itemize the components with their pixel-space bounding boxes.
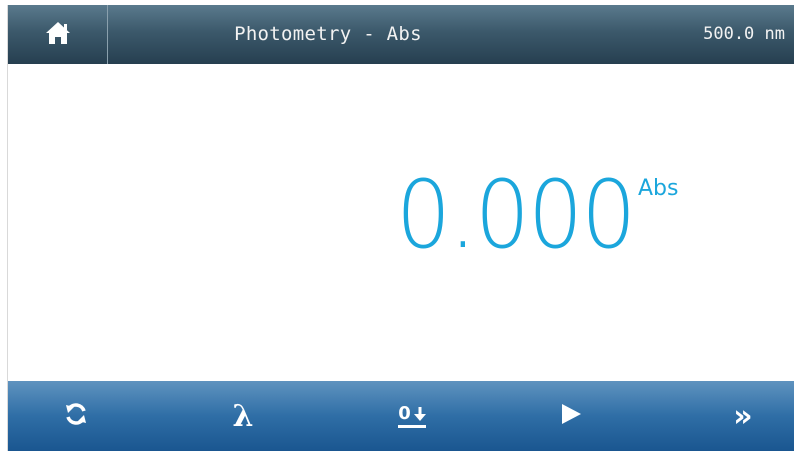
lambda-icon: λ [232, 398, 254, 434]
zero-icon: 0 [398, 402, 426, 428]
title-bar: Photometry - Abs 500.0 nm [8, 5, 794, 64]
double-chevron-right-icon: » [733, 398, 752, 434]
wavelength-button[interactable]: λ [208, 381, 278, 451]
page-title: Photometry - Abs [234, 23, 422, 45]
measurement-area: 0.000 Abs [8, 64, 794, 381]
play-button[interactable] [536, 381, 606, 451]
absorbance-value: 0.000 [396, 161, 636, 270]
refresh-button[interactable] [41, 381, 111, 451]
absorbance-unit: Abs [638, 176, 679, 201]
zero-button[interactable]: 0 [377, 381, 447, 451]
next-button[interactable]: » [706, 381, 776, 451]
wavelength-readout: 500.0 nm [703, 24, 785, 44]
refresh-icon [64, 402, 88, 430]
play-icon [560, 402, 582, 430]
home-button[interactable] [8, 5, 108, 64]
instrument-screen: Photometry - Abs 500.0 nm 0.000 Abs λ 0 [7, 5, 794, 451]
zero-label: 0 [398, 402, 411, 424]
bottom-toolbar: λ 0 » [8, 381, 794, 451]
home-icon [45, 21, 71, 49]
